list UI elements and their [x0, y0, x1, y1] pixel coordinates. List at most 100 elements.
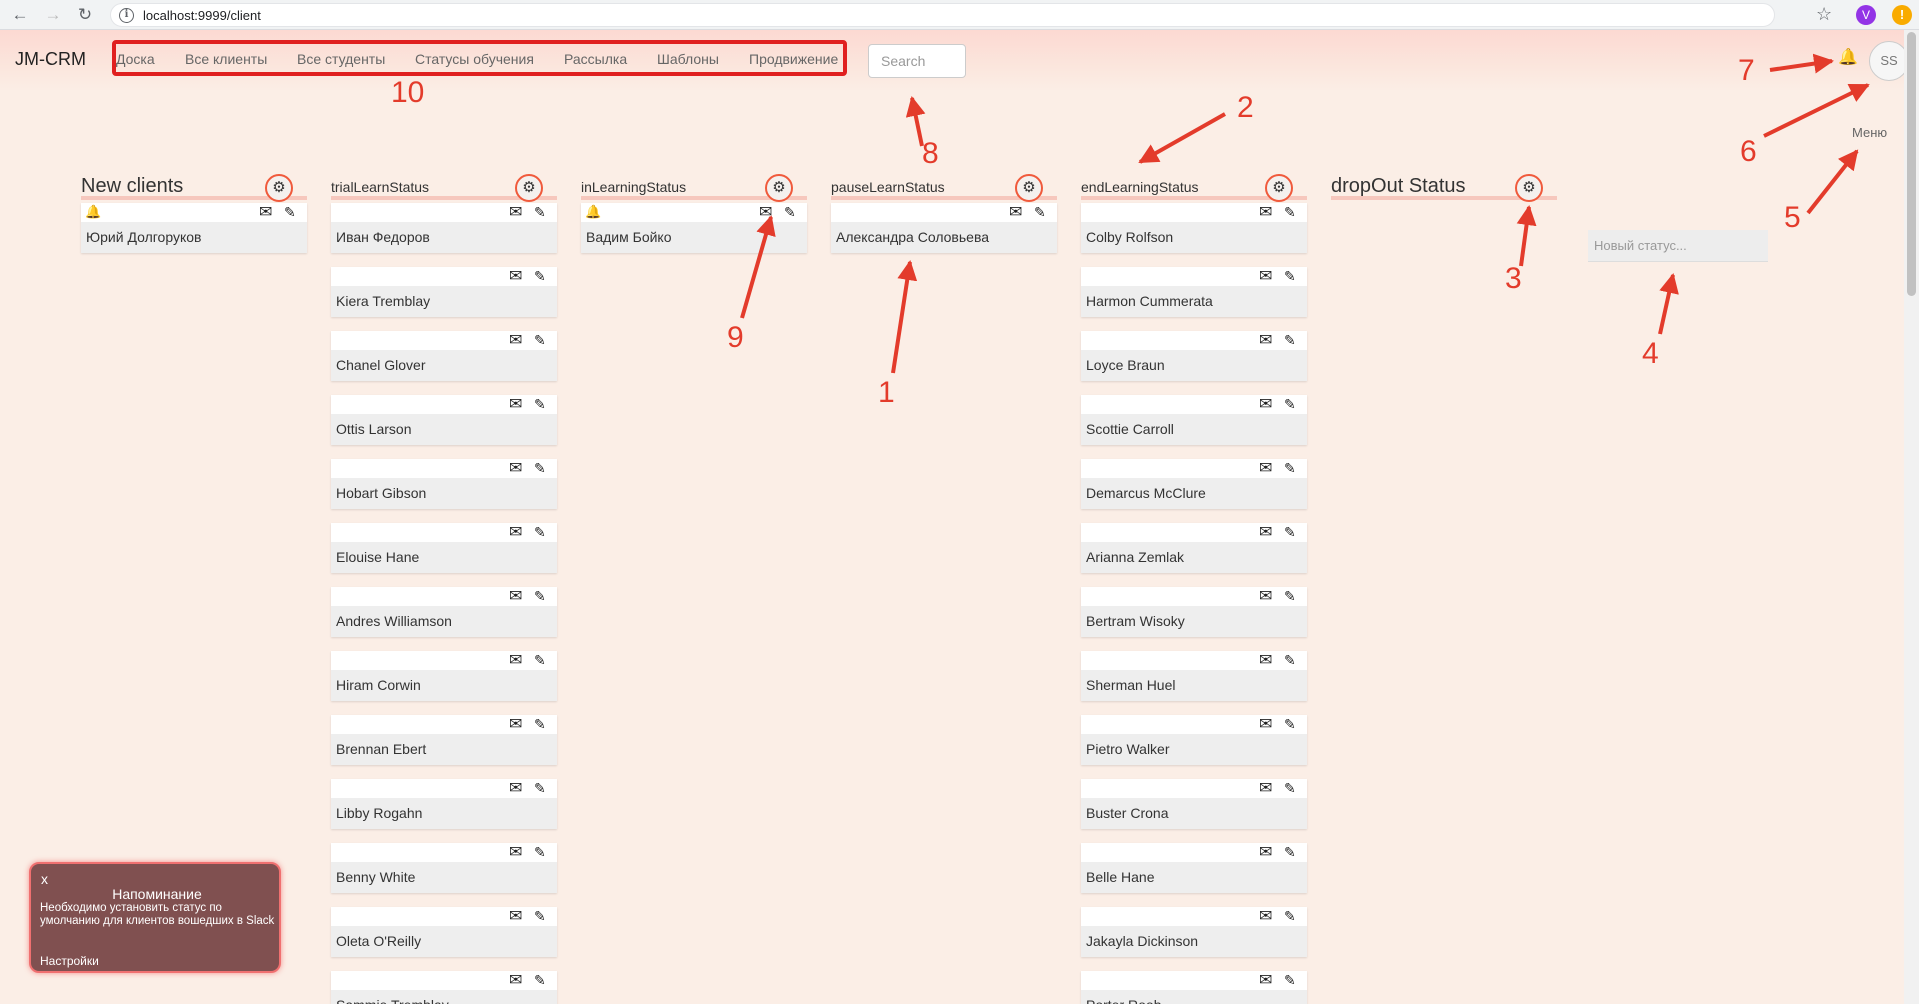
- user-avatar[interactable]: SS: [1869, 41, 1909, 81]
- send-mail-icon[interactable]: ✉: [1259, 269, 1272, 285]
- edit-pencil-icon[interactable]: ✎: [534, 652, 546, 668]
- client-name[interactable]: Harmon Cummerata: [1086, 293, 1213, 309]
- bookmark-star-icon[interactable]: ☆: [1816, 4, 1832, 24]
- client-name[interactable]: Иван Федоров: [336, 229, 430, 245]
- edit-pencil-icon[interactable]: ✎: [534, 396, 546, 412]
- client-card[interactable]: 🔔 ✉ ✎ Вадим Бойко: [581, 203, 807, 253]
- client-card[interactable]: ✉ ✎ Scottie Carroll: [1081, 395, 1307, 445]
- reload-icon[interactable]: ↻: [75, 5, 95, 25]
- edit-pencil-icon[interactable]: ✎: [1284, 396, 1296, 412]
- nav-templates[interactable]: Шаблоны: [657, 51, 719, 67]
- edit-pencil-icon[interactable]: ✎: [1284, 780, 1296, 796]
- edit-pencil-icon[interactable]: ✎: [1284, 460, 1296, 476]
- browser-update-icon[interactable]: !: [1892, 5, 1912, 25]
- client-card[interactable]: ✉ ✎ Александра Соловьева: [831, 203, 1057, 253]
- send-mail-icon[interactable]: ✉: [1259, 333, 1272, 349]
- client-name[interactable]: Юрий Долгоруков: [86, 229, 201, 245]
- send-mail-icon[interactable]: ✉: [1259, 653, 1272, 669]
- send-mail-icon[interactable]: ✉: [1259, 589, 1272, 605]
- nav-promotion[interactable]: Продвижение: [749, 51, 838, 67]
- client-name[interactable]: Andres Williamson: [336, 613, 452, 629]
- nav-board[interactable]: Доска: [116, 51, 155, 67]
- client-name[interactable]: Pietro Walker: [1086, 741, 1170, 757]
- send-mail-icon[interactable]: ✉: [509, 781, 522, 797]
- send-mail-icon[interactable]: ✉: [1259, 845, 1272, 861]
- edit-pencil-icon[interactable]: ✎: [1284, 204, 1296, 220]
- edit-pencil-icon[interactable]: ✎: [1284, 332, 1296, 348]
- client-name[interactable]: Demarcus McClure: [1086, 485, 1206, 501]
- client-card[interactable]: ✉ ✎ Arianna Zemlak: [1081, 523, 1307, 573]
- send-mail-icon[interactable]: ✉: [509, 269, 522, 285]
- edit-pencil-icon[interactable]: ✎: [1284, 972, 1296, 988]
- client-card[interactable]: ✉ ✎ Bertram Wisoky: [1081, 587, 1307, 637]
- edit-pencil-icon[interactable]: ✎: [534, 332, 546, 348]
- client-card[interactable]: ✉ ✎ Andres Williamson: [331, 587, 557, 637]
- client-name[interactable]: Loyce Braun: [1086, 357, 1165, 373]
- edit-pencil-icon[interactable]: ✎: [1284, 844, 1296, 860]
- search-input[interactable]: [868, 44, 966, 78]
- client-name[interactable]: Arianna Zemlak: [1086, 549, 1184, 565]
- client-card[interactable]: ✉ ✎ Kiera Tremblay: [331, 267, 557, 317]
- edit-pencil-icon[interactable]: ✎: [1284, 268, 1296, 284]
- client-card[interactable]: ✉ ✎ Ottis Larson: [331, 395, 557, 445]
- send-mail-icon[interactable]: ✉: [1259, 973, 1272, 989]
- client-card[interactable]: ✉ ✎ Иван Федоров: [331, 203, 557, 253]
- edit-pencil-icon[interactable]: ✎: [1284, 908, 1296, 924]
- edit-pencil-icon[interactable]: ✎: [1284, 524, 1296, 540]
- client-card[interactable]: ✉ ✎ Sherman Huel: [1081, 651, 1307, 701]
- client-card[interactable]: ✉ ✎ Brennan Ebert: [331, 715, 557, 765]
- edit-pencil-icon[interactable]: ✎: [534, 780, 546, 796]
- send-mail-icon[interactable]: ✉: [509, 205, 522, 221]
- send-mail-icon[interactable]: ✉: [259, 205, 272, 221]
- client-name[interactable]: Oleta O'Reilly: [336, 933, 421, 949]
- forward-icon[interactable]: →: [43, 5, 63, 25]
- client-name[interactable]: Hiram Corwin: [336, 677, 421, 693]
- client-name[interactable]: Benny White: [336, 869, 415, 885]
- url-text[interactable]: localhost:9999/client: [143, 8, 261, 23]
- nav-mailing[interactable]: Рассылка: [564, 51, 627, 67]
- client-name[interactable]: Jakayla Dickinson: [1086, 933, 1198, 949]
- client-card[interactable]: ✉ ✎ Libby Rogahn: [331, 779, 557, 829]
- client-card[interactable]: ✉ ✎ Oleta O'Reilly: [331, 907, 557, 957]
- send-mail-icon[interactable]: ✉: [509, 397, 522, 413]
- back-icon[interactable]: ←: [10, 5, 30, 25]
- client-card[interactable]: ✉ ✎ Demarcus McClure: [1081, 459, 1307, 509]
- send-mail-icon[interactable]: ✉: [509, 333, 522, 349]
- reminder-bell-icon[interactable]: 🔔: [585, 204, 601, 220]
- nav-all-clients[interactable]: Все клиенты: [185, 51, 267, 67]
- nav-learning-statuses[interactable]: Статусы обучения: [415, 51, 534, 67]
- edit-pencil-icon[interactable]: ✎: [534, 972, 546, 988]
- edit-pencil-icon[interactable]: ✎: [534, 204, 546, 220]
- send-mail-icon[interactable]: ✉: [509, 845, 522, 861]
- nav-all-students[interactable]: Все студенты: [297, 51, 385, 67]
- client-card[interactable]: ✉ ✎ Sammie Tremblay: [331, 971, 557, 1004]
- send-mail-icon[interactable]: ✉: [1259, 461, 1272, 477]
- column-settings-gear-icon[interactable]: ⚙: [1515, 174, 1543, 202]
- client-name[interactable]: Вадим Бойко: [586, 229, 672, 245]
- client-card[interactable]: ✉ ✎ Chanel Glover: [331, 331, 557, 381]
- send-mail-icon[interactable]: ✉: [509, 717, 522, 733]
- edit-pencil-icon[interactable]: ✎: [284, 204, 296, 220]
- reminder-settings-link[interactable]: Настройки: [40, 954, 99, 968]
- send-mail-icon[interactable]: ✉: [1259, 397, 1272, 413]
- edit-pencil-icon[interactable]: ✎: [1284, 652, 1296, 668]
- client-name[interactable]: Porter Roob: [1086, 997, 1161, 1004]
- client-card[interactable]: ✉ ✎ Buster Crona: [1081, 779, 1307, 829]
- edit-pencil-icon[interactable]: ✎: [534, 844, 546, 860]
- client-card[interactable]: ✉ ✎ Harmon Cummerata: [1081, 267, 1307, 317]
- client-name[interactable]: Colby Rolfson: [1086, 229, 1173, 245]
- client-card[interactable]: ✉ ✎ Belle Hane: [1081, 843, 1307, 893]
- client-card[interactable]: ✉ ✎ Elouise Hane: [331, 523, 557, 573]
- edit-pencil-icon[interactable]: ✎: [534, 524, 546, 540]
- edit-pencil-icon[interactable]: ✎: [784, 204, 796, 220]
- send-mail-icon[interactable]: ✉: [1259, 717, 1272, 733]
- page-scrollbar[interactable]: [1904, 30, 1919, 1004]
- client-card[interactable]: ✉ ✎ Jakayla Dickinson: [1081, 907, 1307, 957]
- client-name[interactable]: Libby Rogahn: [336, 805, 422, 821]
- browser-profile-icon[interactable]: V: [1856, 5, 1876, 25]
- send-mail-icon[interactable]: ✉: [509, 461, 522, 477]
- client-name[interactable]: Brennan Ebert: [336, 741, 426, 757]
- client-name[interactable]: Александра Соловьева: [836, 229, 989, 245]
- client-name[interactable]: Belle Hane: [1086, 869, 1155, 885]
- close-icon[interactable]: x: [41, 871, 48, 887]
